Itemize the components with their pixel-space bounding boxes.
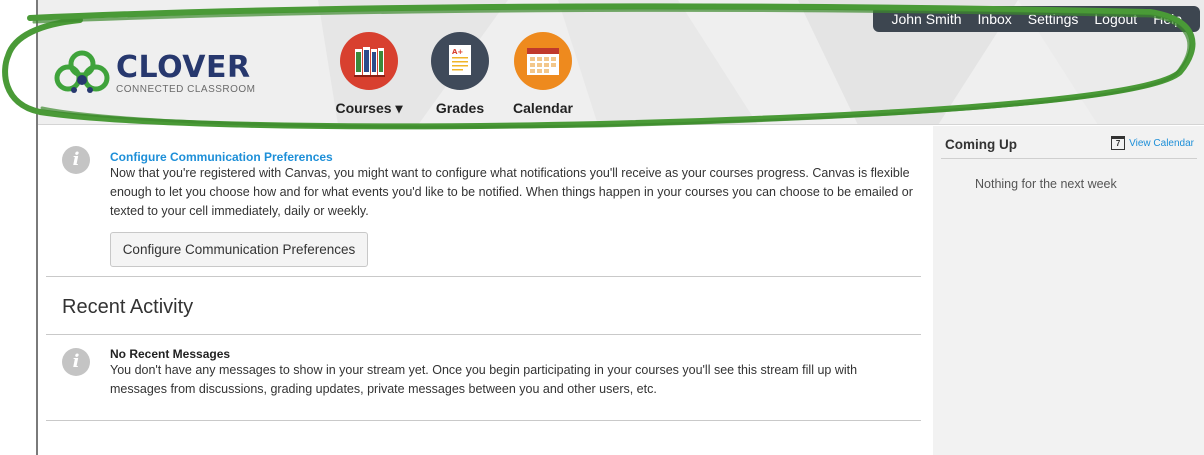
right-sidebar: Coming Up 7 View Calendar Nothing for th… bbox=[933, 126, 1204, 455]
menu-courses[interactable]: Courses ▾ bbox=[324, 32, 414, 117]
divider bbox=[46, 334, 921, 335]
logo-subtitle: CONNECTED CLASSROOM bbox=[116, 84, 256, 95]
menu-calendar-label: Calendar bbox=[513, 100, 573, 116]
preferences-description: Now that you're registered with Canvas, … bbox=[110, 166, 913, 218]
clover-logo[interactable]: CLOVER CONNECTED CLASSROOM bbox=[52, 50, 256, 98]
no-messages-text: You don't have any messages to show in y… bbox=[110, 363, 858, 396]
inbox-link[interactable]: Inbox bbox=[978, 11, 1012, 27]
menu-courses-label: Courses bbox=[335, 100, 392, 116]
menu-grades[interactable]: A+ Grades bbox=[415, 32, 505, 116]
books-icon bbox=[340, 32, 398, 90]
grades-document-icon: A+ bbox=[431, 32, 489, 90]
settings-link[interactable]: Settings bbox=[1028, 11, 1079, 27]
logo-title: CLOVER bbox=[116, 50, 251, 85]
menu-calendar[interactable]: Calendar bbox=[498, 32, 588, 116]
view-calendar-label: View Calendar bbox=[1129, 137, 1194, 149]
info-icon: i bbox=[62, 348, 90, 376]
divider bbox=[46, 276, 921, 277]
coming-up-heading: Coming Up bbox=[945, 137, 1017, 152]
recent-activity-heading: Recent Activity bbox=[62, 296, 194, 318]
no-messages-title: No Recent Messages bbox=[110, 347, 231, 361]
chevron-down-icon: ▾ bbox=[395, 100, 403, 116]
clover-logo-icon bbox=[54, 50, 110, 93]
header: John Smith Inbox Settings Logout Help CL… bbox=[38, 0, 1204, 125]
view-calendar-link[interactable]: 7 View Calendar bbox=[1111, 136, 1194, 150]
user-name-link[interactable]: John Smith bbox=[891, 11, 961, 27]
calendar-icon bbox=[514, 32, 572, 90]
calendar-icon: 7 bbox=[1111, 136, 1126, 150]
preferences-title-link[interactable]: Configure Communication Preferences bbox=[110, 150, 333, 164]
configure-preferences-button[interactable]: Configure Communication Preferences bbox=[110, 232, 368, 267]
info-icon: i bbox=[62, 146, 90, 174]
divider bbox=[46, 420, 921, 421]
coming-up-empty-text: Nothing for the next week bbox=[975, 177, 1117, 191]
logout-link[interactable]: Logout bbox=[1094, 11, 1137, 27]
page-frame: John Smith Inbox Settings Logout Help CL… bbox=[36, 0, 1204, 455]
divider bbox=[941, 158, 1197, 159]
help-link[interactable]: Help bbox=[1153, 11, 1182, 27]
menu-grades-label: Grades bbox=[435, 100, 485, 116]
svg-text:A+: A+ bbox=[452, 48, 463, 56]
top-nav-bar: John Smith Inbox Settings Logout Help bbox=[873, 6, 1200, 32]
